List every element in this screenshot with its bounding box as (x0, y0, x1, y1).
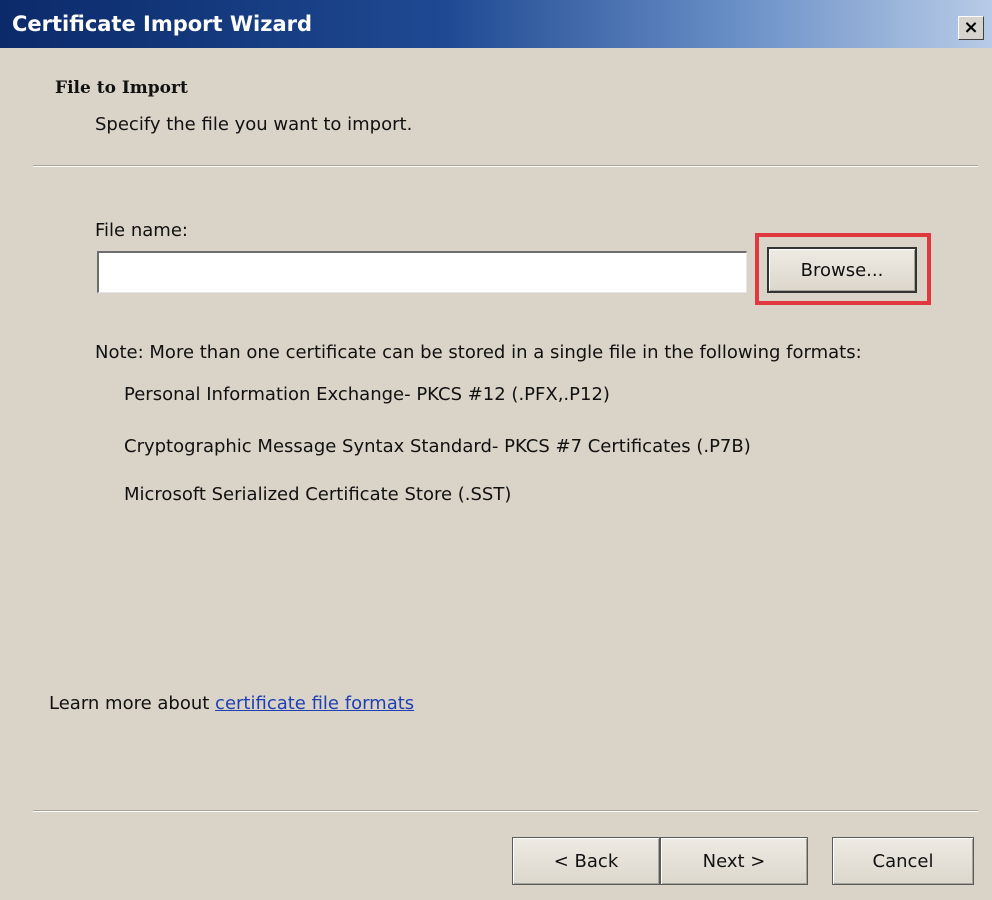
format-item: Personal Information Exchange- PKCS #12 … (124, 384, 610, 405)
window-title: Certificate Import Wizard (12, 12, 313, 36)
close-button[interactable]: × (958, 16, 984, 40)
back-button[interactable]: < Back (512, 837, 660, 885)
format-item: Cryptographic Message Syntax Standard- P… (124, 436, 751, 457)
file-name-input[interactable] (97, 251, 747, 293)
format-item: Microsoft Serialized Certificate Store (… (124, 484, 512, 505)
page-subtitle: Specify the file you want to import. (95, 114, 413, 135)
title-bar: Certificate Import Wizard × (0, 0, 992, 48)
browse-button[interactable]: Browse... (767, 247, 917, 293)
learn-more-prefix: Learn more about (49, 693, 216, 714)
page-title: File to Import (55, 78, 188, 98)
footer-divider (33, 810, 978, 812)
note-text: Note: More than one certificate can be s… (95, 342, 862, 363)
cancel-button[interactable]: Cancel (832, 837, 974, 885)
header-divider (33, 165, 978, 167)
file-name-label: File name: (95, 220, 188, 241)
close-icon: × (963, 17, 979, 38)
certificate-file-formats-link[interactable]: certificate file formats (215, 693, 414, 714)
next-button[interactable]: Next > (660, 837, 808, 885)
learn-more: Learn more about certificate file format… (49, 693, 414, 714)
